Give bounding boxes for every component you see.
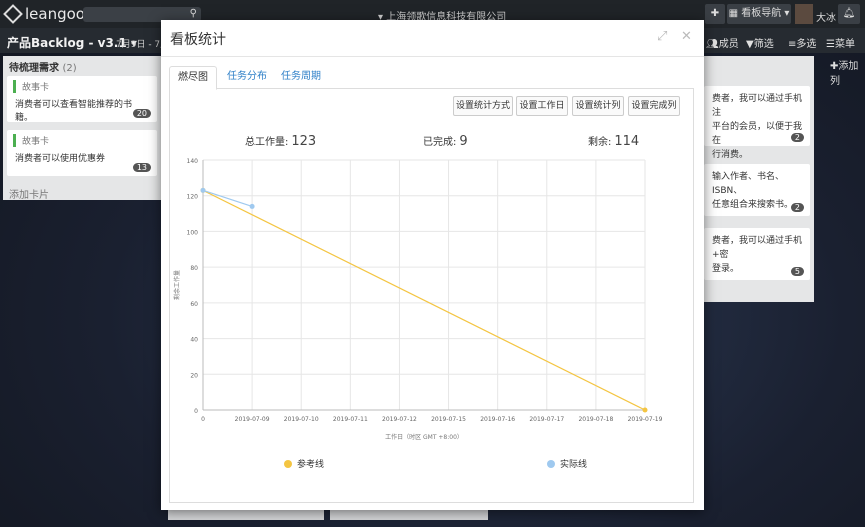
y-tick-label: 40 [190, 337, 198, 344]
actual-point [249, 203, 255, 209]
actual-dot-icon [547, 459, 555, 468]
y-tick-label: 80 [190, 265, 198, 272]
points-badge: 2 [790, 133, 804, 142]
reference-point [642, 407, 648, 413]
x-tick-label: 2019-07-12 [382, 416, 417, 423]
y-tick-label: 140 [187, 158, 199, 165]
add-column-button[interactable]: ✚添加列 [830, 57, 865, 87]
points-badge: 2 [790, 203, 804, 212]
points-badge: 13 [132, 163, 151, 172]
x-tick-label: 2019-07-09 [235, 416, 270, 423]
board-statistics-dialog: 看板统计 ⤢ ✕ 燃尽图 任务分布 任务周期 设置统计方式 设置工作日 设置统计… [161, 20, 704, 510]
x-tick-label: 2019-07-10 [284, 416, 319, 423]
x-tick-label: 0 [201, 416, 205, 423]
y-tick-label: 60 [190, 301, 198, 308]
actual-point [200, 187, 206, 193]
x-axis-label: 工作日（时区 GMT +8:00） [385, 433, 463, 441]
x-tick-label: 2019-07-16 [480, 416, 515, 423]
bell-icon: 🔔︎ [842, 8, 856, 19]
list-item[interactable]: 费者，我可以通过手机注 平台的会员，以便于我在 行消费。 2 [704, 86, 810, 160]
board-nav-button[interactable]: ▦ 看板导航 ▾ [727, 4, 791, 24]
x-tick-label: 2019-07-15 [431, 416, 466, 423]
filter-button[interactable]: ▼筛选 [746, 35, 774, 50]
add-card-button[interactable]: 添加卡片 [9, 186, 49, 201]
legend-reference[interactable]: 参考线 [284, 457, 324, 470]
avatar[interactable] [795, 4, 813, 24]
column-right: 费者，我可以通过手机注 平台的会员，以便于我在 行消费。 2 输入作者、书名、I… [704, 56, 814, 302]
members-icon: 👥︎ [706, 39, 719, 50]
multiselect-label: 多选 [796, 39, 817, 50]
members-button[interactable]: 👥︎成员 [706, 35, 739, 50]
grid-icon: ▦ [728, 8, 739, 19]
menu-icon: ☰ [826, 39, 835, 50]
add-button[interactable]: ✚ [705, 4, 725, 24]
menu-label: 菜单 [834, 39, 855, 50]
card-text: 费者，我可以通过手机注 平台的会员，以便于我在 行消费。 [712, 94, 803, 160]
list-item[interactable]: 故事卡 消费者可以使用优惠券 13 [7, 130, 157, 176]
points-badge: 20 [132, 109, 151, 118]
y-tick-label: 100 [187, 229, 199, 236]
multiselect-button[interactable]: ≡多选 [788, 35, 816, 50]
logo-text: leangoo [25, 5, 85, 23]
search-icon[interactable]: ⚲ [190, 8, 197, 19]
actual-line [202, 189, 253, 207]
card-tag: 故事卡 [13, 80, 157, 93]
column-backlog: 待梳理需求 (2) 故事卡 消费者可以查看智能推荐的书籍。 20 故事卡 消费者… [3, 56, 161, 201]
filter-label: 筛选 [753, 39, 774, 50]
x-tick-label: 2019-07-11 [333, 416, 368, 423]
y-axis-label: 剩余工作量 [173, 270, 181, 300]
column-count: (2) [62, 63, 77, 74]
column-title: 待梳理需求 [9, 63, 59, 74]
column-header[interactable]: 待梳理需求 (2) [3, 56, 161, 74]
card-tag: 故事卡 [13, 134, 157, 147]
legend-actual[interactable]: 实际线 [547, 457, 587, 470]
add-column-label: 添加列 [830, 61, 859, 87]
list-item[interactable]: 故事卡 消费者可以查看智能推荐的书籍。 20 [7, 76, 157, 123]
reference-dot-icon [284, 459, 292, 468]
legend-label: 参考线 [297, 460, 325, 470]
user-name[interactable]: 大冰 [816, 9, 836, 24]
y-tick-label: 20 [190, 372, 198, 379]
members-label: 成员 [718, 39, 739, 50]
x-tick-label: 2019-07-17 [529, 416, 564, 423]
legend-label: 实际线 [560, 460, 588, 470]
points-badge: 5 [790, 267, 804, 276]
menu-button[interactable]: ☰菜单 [826, 35, 855, 50]
leangoo-logo-icon [3, 4, 23, 24]
filter-icon: ▼ [746, 39, 754, 50]
list-item[interactable]: 输入作者、书名、ISBN、 任意组合来搜索书。 2 [704, 164, 810, 216]
y-tick-label: 120 [187, 194, 199, 201]
plus-icon: ✚ [710, 8, 720, 19]
project-name: 产品Backlog - v3.1 [7, 36, 127, 50]
logo[interactable]: leangoo [3, 4, 85, 24]
burndown-chart: 0 20 40 60 80 100 120 140 0 2019-07-09 2019-07-10 2… [173, 158, 663, 441]
x-tick-label: 2019-07-19 [628, 416, 663, 423]
reference-line [202, 189, 646, 411]
notification-button[interactable]: 🔔︎ [838, 4, 860, 24]
y-tick-label: 0 [194, 408, 198, 415]
x-tick-label: 2019-07-18 [578, 416, 613, 423]
list-item[interactable]: 费者，我可以通过手机+密 登录。 5 [704, 228, 810, 280]
board-nav-label: 看板导航 [741, 8, 782, 19]
